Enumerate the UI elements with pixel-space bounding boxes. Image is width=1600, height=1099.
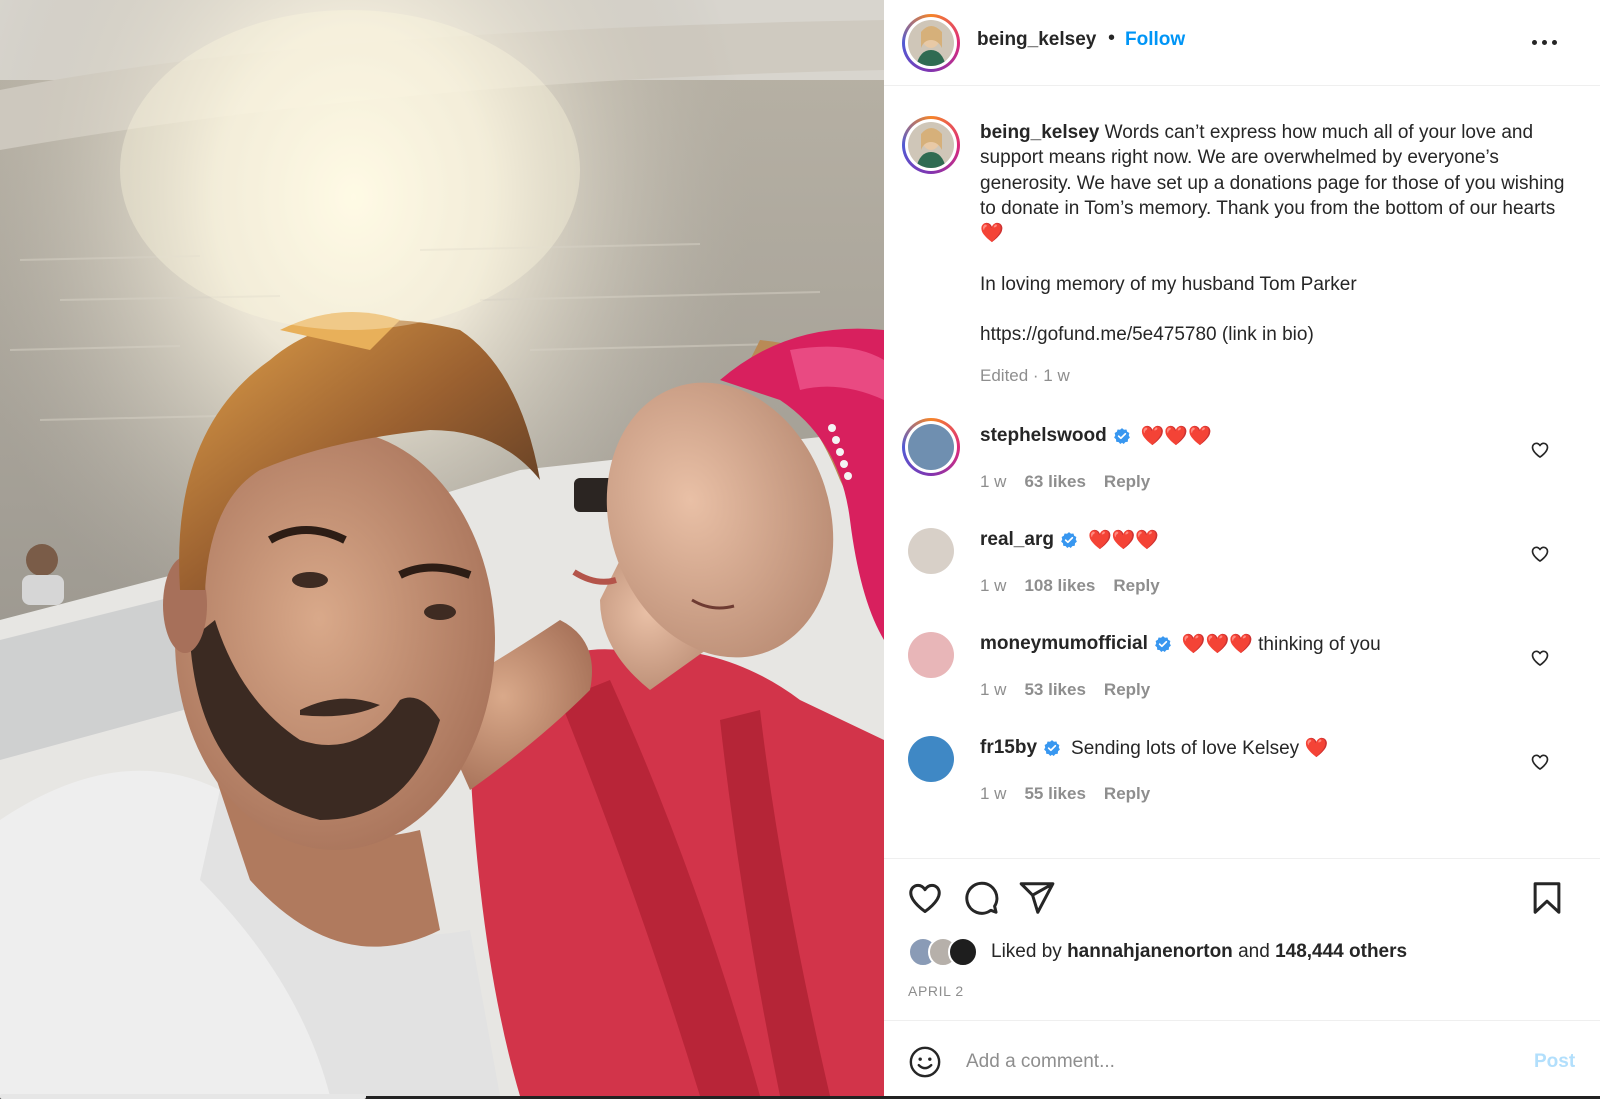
comment-likes[interactable]: 55 likes (1024, 784, 1085, 804)
commenter-avatar[interactable] (902, 418, 960, 476)
commenter-avatar[interactable] (908, 736, 954, 782)
comment-icon[interactable] (962, 879, 1000, 917)
like-icon[interactable] (906, 879, 944, 917)
comment-text: ❤️❤️❤️ (1140, 426, 1212, 447)
comment-likes[interactable]: 108 likes (1024, 576, 1095, 596)
post-date[interactable]: APRIL 2 (908, 983, 964, 999)
verified-icon (1155, 636, 1171, 653)
liked-by-text: Liked by hannahjanenorton and 148,444 ot… (991, 941, 1407, 963)
commenter-avatar[interactable] (908, 528, 954, 574)
comment-text: ❤️❤️❤️ thinking of you (1181, 634, 1381, 655)
post-detail-panel: being_kelsey • Follow being_kelsey Words… (884, 0, 1600, 1096)
liked-by-and: and (1238, 941, 1270, 962)
comment-item: stephelswood ❤️❤️❤️ 1 w 63 likes Reply (884, 418, 1600, 510)
liked-by-avatars[interactable] (908, 937, 988, 969)
comment-text: ❤️❤️❤️ (1087, 530, 1159, 551)
add-comment-bar: Post (884, 1020, 1600, 1096)
comment-line: fr15by Sending lots of love Kelsey ❤️ (980, 736, 1328, 760)
comment-line: stephelswood ❤️❤️❤️ (980, 424, 1212, 448)
more-icon-dot (1552, 40, 1557, 45)
comment-likes[interactable]: 63 likes (1024, 472, 1085, 492)
comment-item: moneymumofficial ❤️❤️❤️ thinking of you … (884, 628, 1600, 718)
separator-dot: • (1108, 27, 1116, 49)
comment-item: fr15by Sending lots of love Kelsey ❤️ 1 … (884, 732, 1600, 822)
comment-line: moneymumofficial ❤️❤️❤️ thinking of you (980, 632, 1381, 656)
comment-time[interactable]: 1 w (980, 784, 1006, 804)
post-comment-button[interactable]: Post (1534, 1051, 1575, 1073)
more-icon-dot (1542, 40, 1547, 45)
horizontal-scrollbar[interactable] (0, 1094, 366, 1099)
comment-likes[interactable]: 53 likes (1024, 680, 1085, 700)
caption-text: Words can’t express how much all of your… (980, 122, 1565, 346)
post-photo[interactable] (0, 0, 884, 1096)
reply-button[interactable]: Reply (1113, 576, 1159, 596)
heart-small-icon[interactable] (1530, 544, 1550, 564)
comment-time[interactable]: 1 w (980, 472, 1006, 492)
caption-body: being_kelsey Words can’t express how muc… (980, 120, 1580, 348)
post-photo-illustration (0, 0, 884, 1096)
caption-avatar[interactable] (902, 116, 960, 174)
save-icon[interactable] (1528, 879, 1566, 917)
verified-icon (1044, 740, 1060, 757)
comment-meta: 1 w 108 likes Reply (980, 576, 1178, 596)
emoji-icon[interactable] (908, 1045, 942, 1079)
comment-input[interactable] (966, 1043, 1486, 1081)
caption-avatar-image (908, 122, 954, 168)
comment-meta: 1 w 55 likes Reply (980, 784, 1168, 804)
comment-time[interactable]: 1 w (980, 576, 1006, 596)
post-header: being_kelsey • Follow (884, 0, 1600, 86)
more-options-button[interactable] (1532, 30, 1560, 54)
commenter-username[interactable]: real_arg (980, 529, 1054, 551)
heart-small-icon[interactable] (1530, 440, 1550, 460)
comment-meta: 1 w 53 likes Reply (980, 680, 1168, 700)
commenter-username[interactable]: moneymumofficial (980, 633, 1148, 655)
comment-line: real_arg ❤️❤️❤️ (980, 528, 1159, 552)
more-icon (1532, 40, 1537, 45)
caption-meta: Edited · 1 w (980, 366, 1070, 385)
commenter-username[interactable]: stephelswood (980, 425, 1107, 447)
author-avatar-image (908, 20, 954, 66)
follow-button[interactable]: Follow (1125, 29, 1185, 51)
verified-icon (1113, 428, 1130, 445)
liker-avatar (948, 937, 978, 967)
comment-text: Sending lots of love Kelsey ❤️ (1071, 738, 1329, 759)
reply-button[interactable]: Reply (1104, 472, 1150, 492)
reply-button[interactable]: Reply (1104, 784, 1150, 804)
author-avatar[interactable] (902, 14, 960, 72)
comment-item: real_arg ❤️❤️❤️ 1 w 108 likes Reply (884, 524, 1600, 614)
heart-small-icon[interactable] (1530, 752, 1550, 772)
caption-username[interactable]: being_kelsey (980, 122, 1099, 143)
verified-icon (1061, 532, 1077, 549)
author-username[interactable]: being_kelsey (977, 29, 1096, 51)
commenter-username[interactable]: fr15by (980, 737, 1037, 759)
comment-meta: 1 w 63 likes Reply (980, 472, 1168, 492)
commenter-avatar[interactable] (908, 632, 954, 678)
post-actions: Liked by hannahjanenorton and 148,444 ot… (884, 858, 1600, 1018)
liked-by-others[interactable]: 148,444 others (1275, 941, 1407, 962)
reply-button[interactable]: Reply (1104, 680, 1150, 700)
liked-by-user[interactable]: hannahjanenorton (1067, 941, 1233, 962)
liked-by-prefix: Liked by (991, 941, 1062, 962)
share-icon[interactable] (1018, 879, 1056, 917)
heart-small-icon[interactable] (1530, 648, 1550, 668)
comment-time[interactable]: 1 w (980, 680, 1006, 700)
